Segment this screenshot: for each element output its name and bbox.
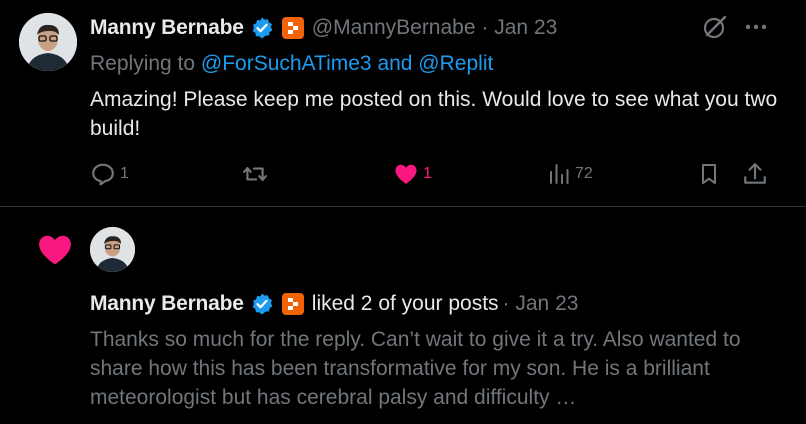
notification-heart-icon: [35, 230, 75, 266]
reply-icon: [92, 163, 114, 186]
reply-count: 1: [120, 165, 129, 182]
replying-to: Replying to @ForSuchATime3 and @Replit: [90, 52, 494, 75]
bookmark-button[interactable]: [697, 161, 721, 187]
views-count: 72: [575, 165, 593, 182]
tweet-date: Jan 23: [494, 16, 558, 39]
divider: [0, 206, 806, 207]
affiliate-badge-icon[interactable]: [281, 293, 304, 315]
share-button[interactable]: [742, 161, 768, 187]
author-handle[interactable]: @MannyBernabe · Jan 23: [312, 16, 558, 40]
affiliate-badge-icon[interactable]: [281, 17, 304, 39]
notification-date: · Jan 23: [502, 292, 579, 315]
like-icon: [395, 164, 417, 184]
liker-avatar[interactable]: [90, 227, 135, 272]
retweet-icon: [243, 166, 267, 182]
more-icon[interactable]: [744, 15, 768, 39]
reply-button[interactable]: 1: [90, 161, 129, 187]
views-button[interactable]: 72: [547, 161, 593, 187]
verified-icon: [250, 16, 274, 40]
retweet-button[interactable]: [242, 161, 268, 187]
author-avatar[interactable]: [19, 13, 77, 71]
notification-action: liked 2 of your posts: [311, 292, 499, 315]
notification-preview: Thanks so much for the reply. Can’t wait…: [90, 328, 741, 409]
views-icon: [550, 164, 569, 184]
like-button[interactable]: 1: [393, 161, 432, 187]
share-icon: [744, 163, 766, 184]
liker-name[interactable]: Manny Bernabe: [90, 292, 244, 316]
bookmark-icon: [702, 164, 716, 184]
tweet-actions: 1 1 72: [0, 160, 806, 190]
author-name[interactable]: Manny Bernabe: [90, 16, 244, 40]
replying-users-link[interactable]: @ForSuchATime3 and @Replit: [201, 52, 493, 75]
grok-icon[interactable]: [702, 14, 728, 40]
tweet-text: Amazing! Please keep me posted on this. …: [90, 88, 778, 140]
like-count: 1: [423, 165, 432, 182]
verified-icon: [250, 292, 274, 316]
